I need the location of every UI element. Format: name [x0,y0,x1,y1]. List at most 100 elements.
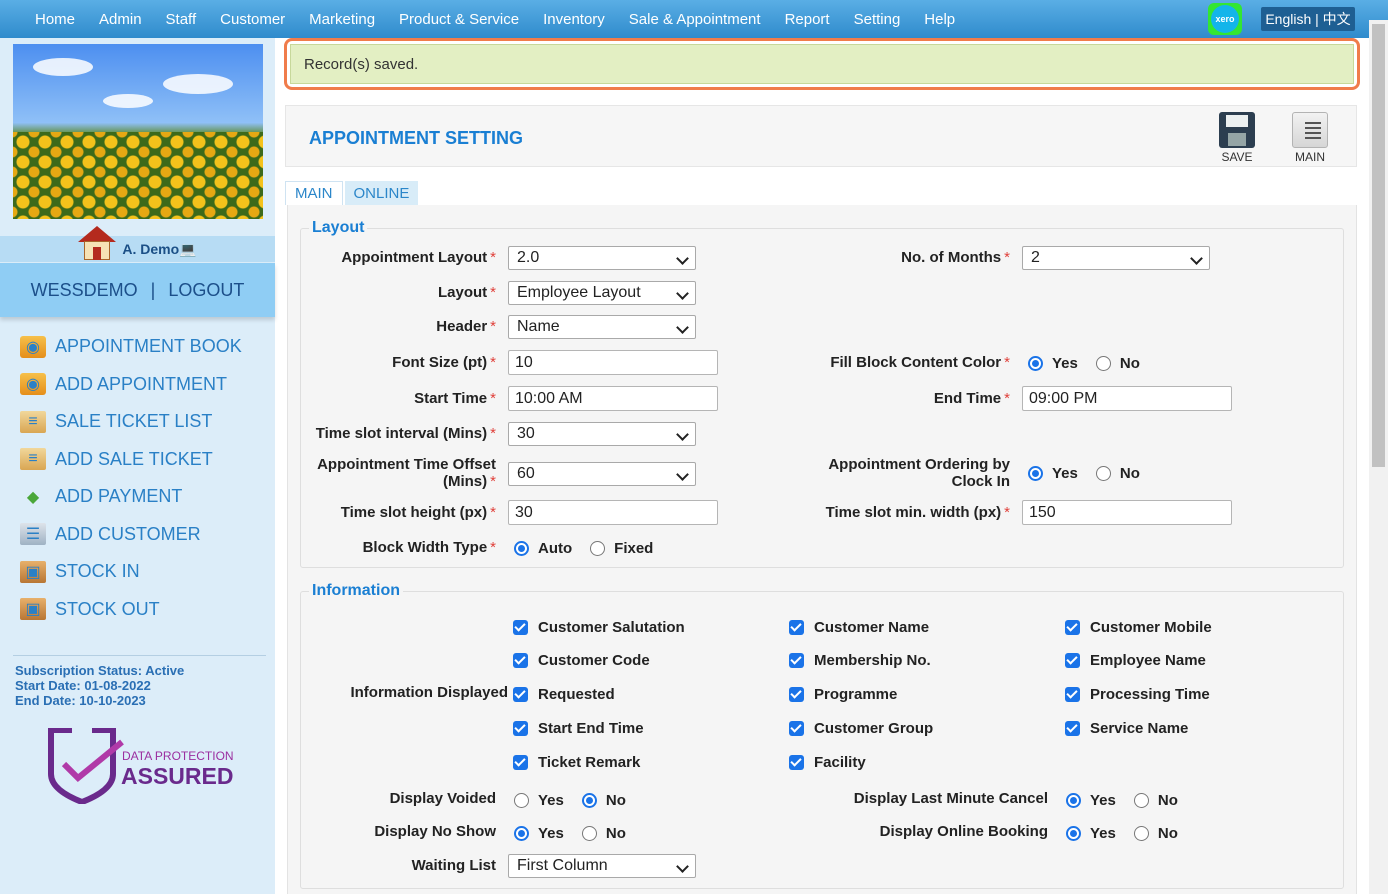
badge-line2: ASSURED [121,763,233,789]
block-width-fixed-radio[interactable] [590,541,606,556]
check-start-end-time[interactable]: Start End Time [513,720,644,737]
fill-block-no-radio[interactable] [1095,356,1111,371]
slot-height-label: Time slot height (px) * [340,504,496,521]
sidebar-item-sale-ticket-list[interactable]: ≡ SALE TICKET LIST [0,403,275,441]
language-switch[interactable]: English | 中文 [1261,7,1355,31]
check-customer-group[interactable]: Customer Group [789,720,933,737]
check-requested[interactable]: Requested [513,686,615,703]
font-size-label: Font Size (pt) * [392,354,496,371]
check-facility[interactable]: Facility [789,754,866,771]
check-membership-no[interactable]: Membership No. [789,652,931,669]
slot-width-input[interactable]: 150 [1022,500,1232,525]
checkbox-checked-icon [789,620,804,635]
tab-online[interactable]: ONLINE [344,181,419,205]
tab-bar: MAIN ONLINE [285,181,420,205]
appointment-layout-select[interactable]: 2.0 [508,246,696,270]
check-customer-mobile[interactable]: Customer Mobile [1065,619,1212,636]
ordering-yes-radio[interactable] [1028,466,1043,481]
check-customer-name[interactable]: Customer Name [789,619,929,636]
sidebar-item-add-customer[interactable]: ☰ ADD CUSTOMER [0,516,275,554]
nav-home[interactable]: Home [23,11,87,28]
top-nav: Home Admin Staff Customer Marketing Prod… [0,0,1388,38]
nav-staff[interactable]: Staff [154,11,209,28]
header-select[interactable]: Name [508,315,696,339]
nav-inventory[interactable]: Inventory [531,11,617,28]
customer-icon: ☰ [20,523,46,546]
page-scrollbar[interactable] [1369,20,1388,894]
appointment-layout-label: Appointment Layout * [341,249,496,266]
nav-admin[interactable]: Admin [87,11,154,28]
checkbox-checked-icon [789,755,804,770]
no-show-no-radio[interactable] [581,826,597,841]
display-voided-label: Display Voided [389,790,496,807]
list-icon [1292,112,1328,148]
logout-link[interactable]: LOGOUT [168,280,244,301]
nav-setting[interactable]: Setting [842,11,913,28]
xero-button[interactable]: xero [1208,3,1242,35]
nav-marketing[interactable]: Marketing [297,11,387,28]
account-link[interactable]: WESSDEMO [31,280,138,301]
ordering-label: Appointment Ordering by Clock In [828,456,1010,490]
no-show-yes-radio[interactable] [514,826,529,841]
shield-icon [48,728,116,804]
end-time-label: End Time * [933,390,1010,407]
waiting-list-label: Waiting List [411,857,496,874]
page-title: APPOINTMENT SETTING [309,128,524,148]
waiting-list-select[interactable]: First Column [508,854,696,878]
check-processing-time[interactable]: Processing Time [1065,686,1210,703]
stock-in-icon: ▣ [20,560,46,583]
tab-main[interactable]: MAIN [285,181,343,205]
nav-help[interactable]: Help [912,11,967,28]
nav-report[interactable]: Report [773,11,842,28]
nav-sale-appointment[interactable]: Sale & Appointment [617,11,773,28]
save-button[interactable]: SAVE [1212,112,1262,164]
sidebar-item-appointment-book[interactable]: ◉ APPOINTMENT BOOK [0,328,275,366]
time-offset-select[interactable]: 60 [508,462,696,486]
check-customer-code[interactable]: Customer Code [513,652,650,669]
sidebar-item-stock-out[interactable]: ▣ STOCK OUT [0,591,275,629]
sidebar-item-add-appointment[interactable]: ◉ ADD APPOINTMENT [0,366,275,404]
check-ticket-remark[interactable]: Ticket Remark [513,754,640,771]
end-time-input[interactable]: 09:00 PM [1022,386,1232,411]
layout-select[interactable]: Employee Layout [508,281,696,305]
check-service-name[interactable]: Service Name [1065,720,1188,737]
online-booking-no-radio[interactable] [1133,826,1149,841]
checkbox-checked-icon [513,653,528,668]
sidebar-item-stock-in[interactable]: ▣ STOCK IN [0,553,275,591]
months-select[interactable]: 2 [1022,246,1210,270]
main-button[interactable]: MAIN [1285,112,1335,164]
voided-radio-group: Yes No [514,792,644,809]
sidebar-item-add-sale-ticket[interactable]: ≡ ADD SALE TICKET [0,441,275,479]
slot-interval-select[interactable]: 30 [508,422,696,446]
online-booking-radio-group: Yes No [1066,825,1196,842]
online-booking-yes-radio[interactable] [1066,826,1081,841]
home-icon[interactable] [78,226,117,260]
check-programme[interactable]: Programme [789,686,897,703]
check-employee-name[interactable]: Employee Name [1065,652,1206,669]
account-box: WESSDEMO | LOGOUT [0,263,275,317]
block-width-auto-radio[interactable] [514,541,529,556]
check-customer-salutation[interactable]: Customer Salutation [513,619,685,636]
font-size-input[interactable]: 10 [508,350,718,375]
scrollbar-thumb[interactable] [1372,24,1385,467]
fill-block-label: Fill Block Content Color * [830,354,1010,371]
nav-customer[interactable]: Customer [208,11,297,28]
nav-product-service[interactable]: Product & Service [387,11,531,28]
ticket-add-icon: ≡ [20,448,46,471]
sidebar: A. Demo💻 WESSDEMO | LOGOUT ◉ APPOINTMENT… [0,38,275,894]
fill-block-yes-radio[interactable] [1028,356,1043,371]
checkbox-checked-icon [1065,653,1080,668]
subscription-info: Subscription Status: Active Start Date: … [13,655,266,708]
slot-interval-label: Time slot interval (Mins) * [315,425,496,442]
sidebar-item-add-payment[interactable]: ◆ ADD PAYMENT [0,478,275,516]
last-minute-yes-radio[interactable] [1066,793,1081,808]
fill-block-radio-group: Yes No [1028,355,1158,372]
sunflower-photo [13,44,263,219]
last-minute-no-radio[interactable] [1133,793,1149,808]
start-time-input[interactable]: 10:00 AM [508,386,718,411]
voided-yes-radio[interactable] [514,793,529,808]
slot-height-input[interactable]: 30 [508,500,718,525]
subscription-start: Start Date: 01-08-2022 [15,678,151,693]
ordering-no-radio[interactable] [1095,466,1111,481]
voided-no-radio[interactable] [581,793,597,808]
